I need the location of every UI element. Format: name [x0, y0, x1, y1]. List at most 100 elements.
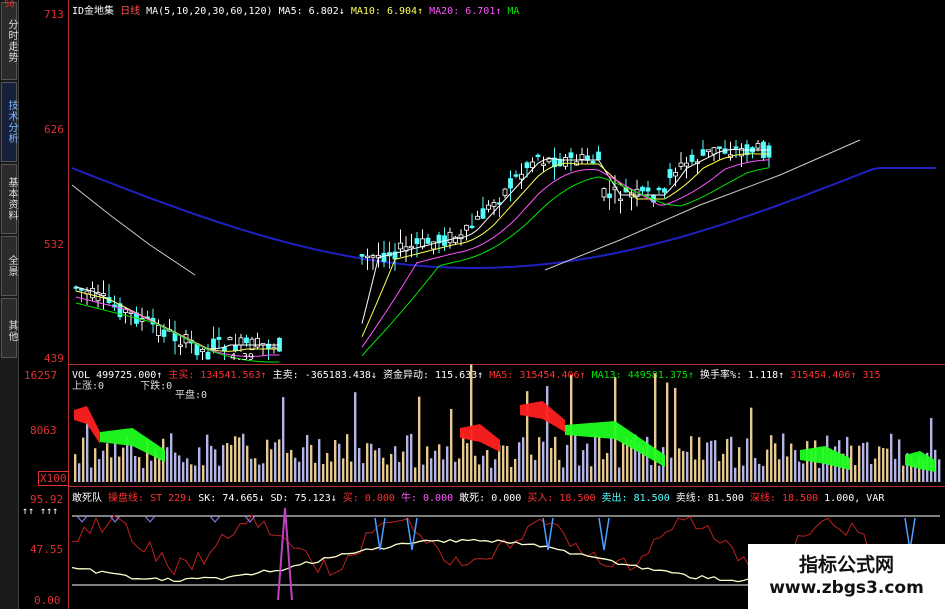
volume-bar [138, 457, 141, 482]
candle-body [475, 215, 480, 220]
volume-bar [682, 451, 685, 482]
volume-bar [854, 465, 857, 482]
volume-bar [882, 447, 885, 482]
candle-body [365, 255, 370, 259]
candle-body [530, 161, 535, 169]
signal-mark [209, 515, 221, 523]
chart-surface[interactable] [0, 0, 945, 609]
candle-body [469, 225, 475, 229]
candle-body [662, 188, 667, 193]
volume-bar [222, 445, 225, 482]
candle-body [414, 238, 420, 245]
candle-body [755, 143, 761, 149]
volume-bar [622, 441, 625, 482]
volume-bar [82, 437, 85, 482]
volume-bar [802, 463, 805, 482]
volume-bar [506, 446, 509, 482]
volume-bar [326, 452, 329, 482]
volume-bar [738, 447, 741, 482]
candle-body [409, 245, 414, 249]
volume-bar [398, 461, 401, 482]
volume-bar [98, 459, 101, 482]
volume-bar [286, 452, 289, 482]
volume-bar [514, 458, 517, 482]
volume-bar [194, 465, 197, 482]
candle-body [464, 224, 469, 231]
volume-bar [282, 397, 285, 482]
volume-bar [798, 461, 801, 482]
candle-body [601, 188, 607, 198]
ma5-line [75, 286, 280, 350]
volume-bar [470, 364, 473, 482]
volume-bar [510, 467, 513, 482]
volume-bar [214, 449, 217, 482]
volume-bar [874, 458, 877, 482]
volume-bar [338, 443, 341, 482]
signal-dip-blue [406, 517, 418, 551]
candle-body [524, 162, 530, 169]
volume-bar [134, 456, 137, 482]
candle-body [733, 146, 739, 149]
volume-bar [750, 407, 753, 482]
volume-bar [578, 465, 581, 482]
candle-body [640, 186, 645, 192]
candle-body [519, 173, 524, 180]
candle-body [255, 337, 260, 348]
ma20-line [75, 296, 280, 357]
candle-body [381, 252, 387, 262]
candle-body [645, 187, 651, 192]
volume-bar [430, 458, 433, 482]
volume-bar [666, 382, 669, 482]
candle-body [700, 149, 706, 156]
signal-spike-purple [277, 507, 293, 601]
volume-bar [538, 437, 541, 482]
volume-bar [114, 443, 117, 482]
volume-bar [598, 436, 601, 482]
volume-bar [290, 449, 293, 482]
volume-bar [278, 439, 281, 482]
volume-bar [458, 458, 461, 482]
candle-body [447, 231, 453, 244]
volume-bar [582, 450, 585, 482]
volume-bar [254, 458, 257, 482]
volume-bar [782, 433, 785, 482]
volume-bar [702, 459, 705, 482]
candle-body [590, 160, 596, 164]
volume-bar [818, 467, 821, 482]
volume-bar [930, 417, 933, 482]
volume-bar [446, 446, 449, 482]
signal-dip-blue [374, 517, 386, 551]
volume-bar [86, 420, 89, 482]
volume-bar [870, 463, 873, 482]
signal-dip-blue [598, 517, 610, 551]
volume-bar [494, 459, 497, 482]
candle-body [178, 344, 183, 347]
volume-bar [294, 457, 297, 482]
volume-bar [674, 387, 677, 482]
signal-dip-blue [542, 517, 554, 551]
volume-bar [262, 463, 265, 482]
volume-bar [318, 439, 321, 482]
volume-bar [354, 392, 357, 482]
volume-bar [346, 434, 349, 482]
watermark-title: 指标公式网 [798, 554, 894, 576]
candle-body [370, 255, 376, 258]
volume-bar [658, 465, 661, 482]
candle-body [480, 208, 486, 219]
volume-bar [378, 448, 381, 482]
volume-bar [390, 453, 393, 482]
candle-body [508, 178, 513, 189]
volume-bar [678, 448, 681, 482]
candle-body [128, 311, 134, 315]
volume-bar [686, 451, 689, 482]
volume-bar [74, 454, 77, 482]
volume-bar [230, 444, 233, 482]
volume-bar [166, 447, 169, 482]
volume-bar [414, 467, 417, 482]
candle-body [101, 293, 106, 296]
candle-body [205, 351, 211, 360]
volume-bar [302, 447, 305, 482]
candle-body [513, 174, 519, 177]
vol-band-green [100, 428, 165, 462]
volume-bar [574, 434, 577, 482]
